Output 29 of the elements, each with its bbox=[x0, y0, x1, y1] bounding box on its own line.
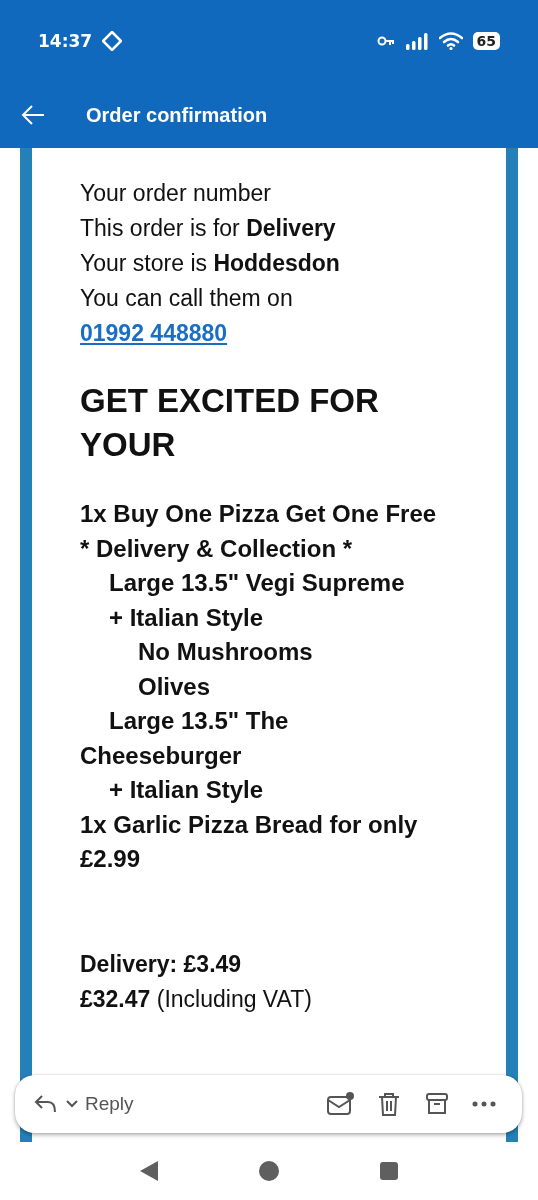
reply-arrow-icon bbox=[33, 1093, 59, 1115]
status-time: 14:37 bbox=[38, 31, 93, 51]
signal-icon bbox=[404, 32, 429, 50]
order-item: Olives bbox=[137, 671, 212, 702]
order-item: No Mushrooms bbox=[137, 637, 314, 667]
home-nav-icon[interactable] bbox=[258, 1160, 280, 1182]
delivery-charge: Delivery: £3.49 bbox=[80, 949, 243, 979]
screen-title: Order confirmation bbox=[86, 103, 268, 127]
phone-link[interactable]: 01992 448880 bbox=[80, 320, 228, 346]
order-total: £32.47 (Including VAT) bbox=[80, 984, 313, 1014]
reply-button[interactable]: Reply bbox=[33, 1093, 134, 1115]
email-heading: GET EXCITED FOR YOUR bbox=[80, 381, 380, 465]
order-item: 1x Buy One Pizza Get One Free * Delivery & Collection * bbox=[80, 499, 438, 564]
call-text: You can call them on bbox=[80, 285, 293, 311]
order-item: 1x Garlic Pizza Bread for only £2.99 bbox=[80, 809, 419, 874]
caret-icon bbox=[65, 1099, 79, 1109]
wifi-icon bbox=[438, 32, 463, 50]
order-item: Large 13.5" The Cheeseburger bbox=[80, 706, 290, 771]
key-icon bbox=[376, 36, 395, 46]
order-item: Large 13.5" Vegi Supreme bbox=[108, 568, 406, 598]
info-line: Your order number bbox=[80, 179, 272, 208]
battery-level: 65 bbox=[472, 32, 500, 50]
back-nav-icon[interactable] bbox=[139, 1160, 160, 1182]
info-line: Your store is Hoddesdon bbox=[80, 249, 341, 278]
back-button[interactable] bbox=[20, 104, 46, 126]
order-item: + Italian Style bbox=[108, 602, 265, 633]
info-line: This order is for Delivery bbox=[80, 214, 337, 243]
recents-nav-icon[interactable] bbox=[378, 1161, 399, 1181]
order-item: + Italian Style bbox=[108, 775, 265, 805]
